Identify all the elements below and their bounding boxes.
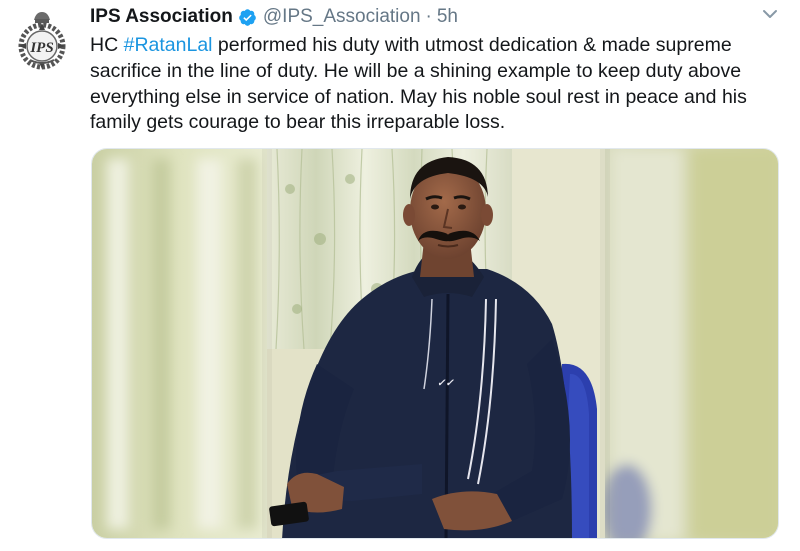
svg-text:✓✓: ✓✓ <box>437 378 454 389</box>
verified-badge-icon <box>239 8 256 26</box>
tweet-line-4: family gets courage to bear this irrepar… <box>90 111 506 134</box>
logo-text: IPS <box>29 40 53 56</box>
chevron-down-icon[interactable] <box>760 6 780 22</box>
tweet-line-2: sacrifice in the line of duty. He will b… <box>90 59 742 82</box>
avatar[interactable]: IPS <box>8 6 76 74</box>
tweet-media-photo[interactable]: ✓✓ <box>91 148 779 539</box>
tweet-line-3: everything else in service of nation. Ma… <box>90 85 747 108</box>
tweet-timestamp[interactable]: 5h <box>437 6 458 28</box>
account-handle[interactable]: @IPS_Association <box>263 6 421 28</box>
photo-of-man-in-navy-track-jacket: ✓✓ <box>92 149 778 538</box>
tweet-line-1: HC #RatanLal performed his duty with utm… <box>90 33 790 59</box>
police-emblem-logo: IPS <box>8 6 76 74</box>
tweet-text: HC #RatanLal performed his duty with utm… <box>90 33 790 136</box>
hashtag-link[interactable]: #RatanLal <box>124 34 213 56</box>
tweet-header: IPS Association @IPS_Association · 5h <box>90 4 458 30</box>
text-segment: performed his duty with utmost dedicatio… <box>212 34 732 56</box>
display-name[interactable]: IPS Association <box>90 6 233 28</box>
text-segment: HC <box>90 34 124 56</box>
separator-dot: · <box>425 6 432 27</box>
tweet-card[interactable]: IPS IPS Association @IPS_Association · 5… <box>0 0 800 551</box>
